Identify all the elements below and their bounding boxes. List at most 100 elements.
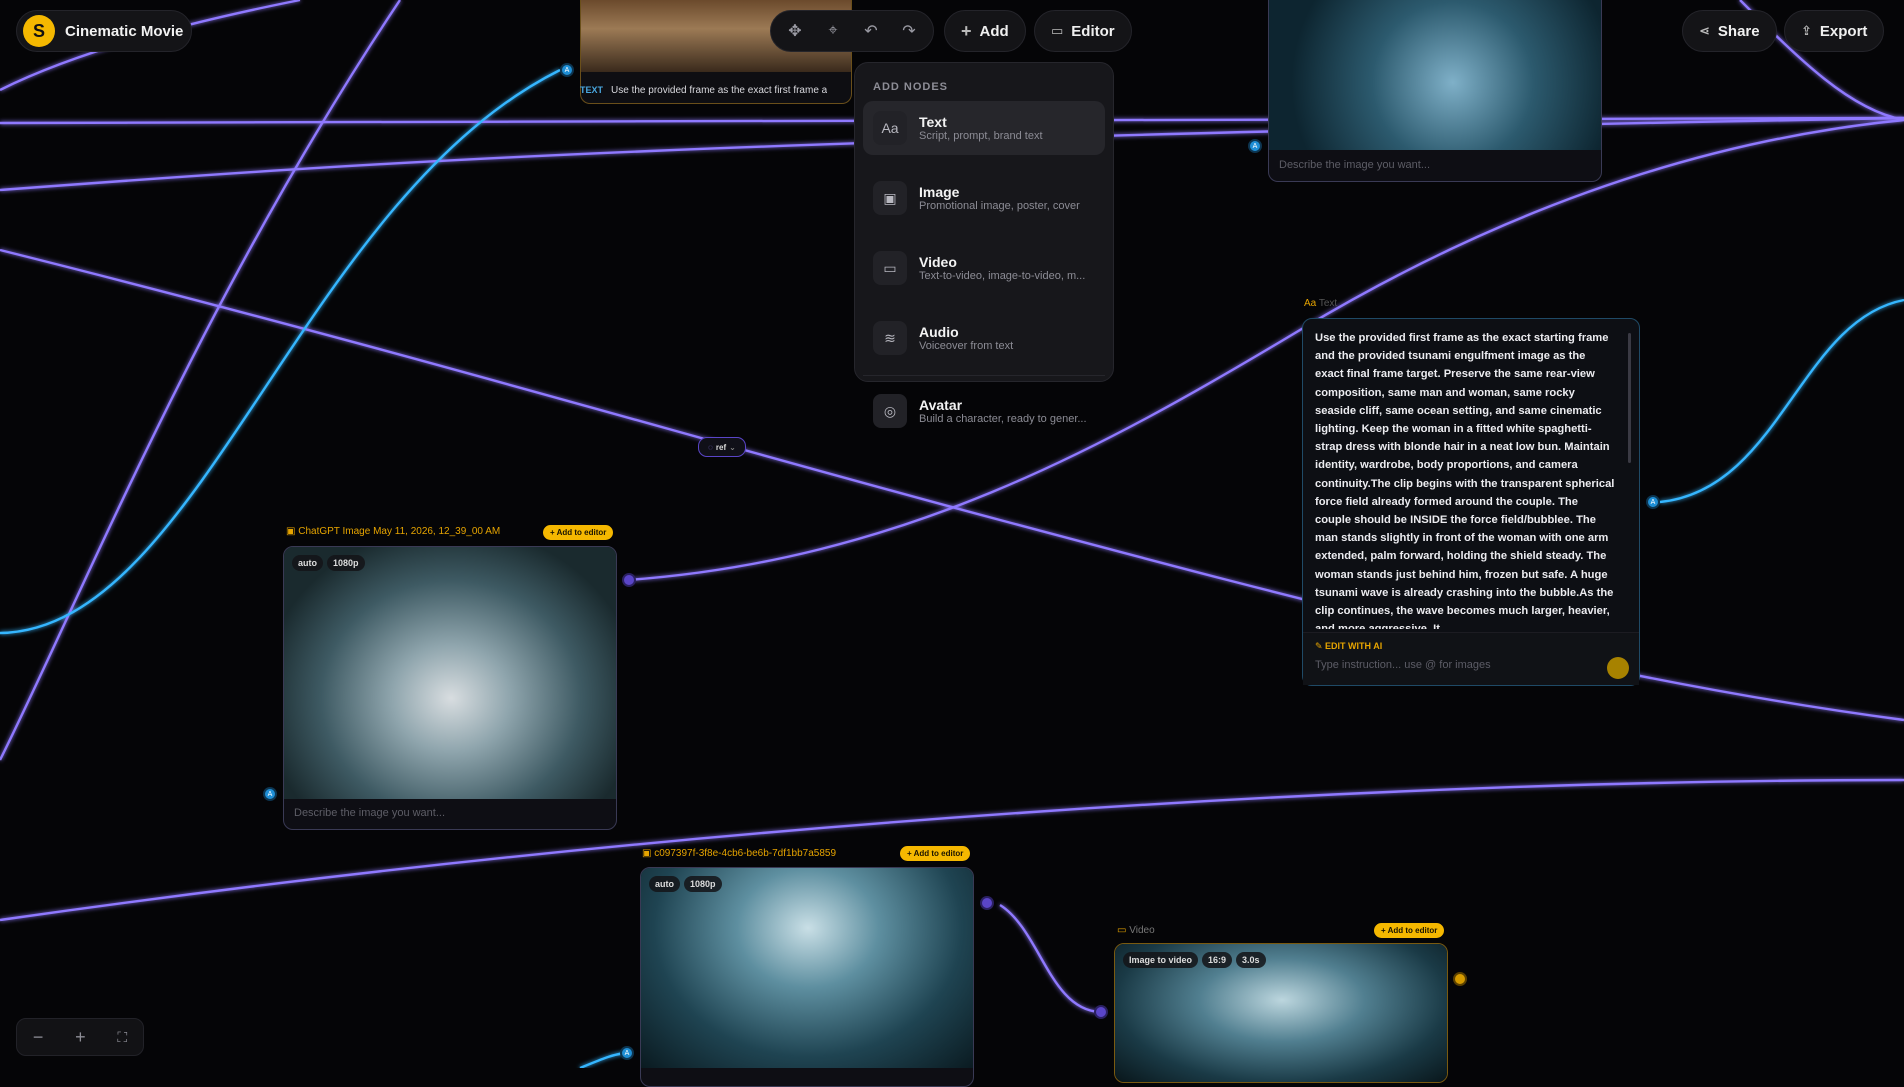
image-node-tsunami[interactable]: auto 1080p Describe the image you want..… [283, 546, 617, 830]
aspect-chip[interactable]: auto [292, 555, 323, 571]
edge [999, 903, 1101, 1014]
menu-item-desc: Build a character, ready to gener... [919, 413, 1087, 425]
add-to-editor-button[interactable]: + Add to editor [1374, 923, 1445, 938]
plus-icon: + [961, 20, 972, 41]
image-node-couple[interactable]: auto 1080p [640, 867, 974, 1087]
input-port[interactable]: A [1248, 139, 1262, 153]
editor-label: Editor [1071, 22, 1115, 40]
edge [1659, 298, 1904, 504]
add-nodes-menu: ADD NODES Aa Text Script, prompt, brand … [854, 62, 1114, 428]
prompt-placeholder[interactable]: Describe the image you want... [1279, 159, 1430, 171]
menu-item-desc: Text-to-video, image-to-video, m... [919, 270, 1086, 282]
image-preview [284, 547, 616, 799]
node-chips: Image to video 16:9 3.0s [1123, 952, 1266, 968]
text-node-icon: Aa [1304, 298, 1319, 309]
input-port[interactable] [1094, 1005, 1108, 1019]
menu-item-desc: Script, prompt, brand text [919, 130, 1043, 142]
lasso-tool-icon[interactable]: ⌖ [819, 16, 847, 46]
redo-icon[interactable]: ↷ [895, 16, 923, 46]
menu-item-audio[interactable]: ≋ Audio Voiceover from text [863, 311, 1105, 365]
menu-item-label: Text [919, 114, 947, 130]
menu-item-label: Image [919, 184, 960, 200]
zoom-controls: − + ⛶ [16, 1018, 144, 1056]
node-chips: auto 1080p [292, 555, 365, 571]
menu-divider [863, 375, 1105, 376]
edge [627, 118, 1904, 582]
menu-item-desc: Promotional image, poster, cover [919, 200, 1080, 212]
text-badge: TEXT [580, 85, 604, 95]
export-label: Export [1819, 22, 1868, 40]
menu-header: ADD NODES [873, 81, 949, 93]
video-icon: ▭ [873, 251, 907, 285]
fit-view-icon[interactable]: ⛶ [117, 1029, 127, 1046]
menu-item-text[interactable]: Aa Text Script, prompt, brand text [863, 101, 1105, 155]
text-node-body[interactable]: Use the provided first frame as the exac… [1315, 329, 1617, 629]
image-node-icon: ▣ [642, 848, 655, 859]
zoom-out-button[interactable]: − [33, 1027, 44, 1048]
avatar-icon: ◎ [873, 394, 907, 428]
menu-item-image[interactable]: ▣ Image Promotional image, poster, cover [863, 171, 1105, 225]
output-port[interactable]: A [1646, 495, 1660, 509]
wand-icon: ✎ [1315, 641, 1326, 651]
add-button[interactable]: + Add [944, 10, 1026, 52]
image-icon: ▣ [873, 181, 907, 215]
aspect-chip[interactable]: 16:9 [1202, 952, 1233, 968]
share-button[interactable]: ⋖ Share [1682, 10, 1777, 52]
export-button[interactable]: ⇪ Export [1784, 10, 1885, 52]
edit-with-ai-panel: ✎ EDIT WITH AI Type instruction... use @… [1303, 632, 1639, 685]
share-label: Share [1717, 22, 1760, 40]
image-node-icon: ▣ [286, 526, 299, 537]
mode-chip[interactable]: Image to video [1123, 952, 1199, 968]
ref-label: ref [715, 442, 727, 452]
resolution-chip[interactable]: 1080p [684, 876, 722, 892]
add-to-editor-button[interactable]: + Add to editor [900, 846, 971, 861]
chevron-down-icon: ⌄ [729, 442, 736, 452]
top-text-node-snippet: TEXT Use the provided frame as the exact… [580, 76, 852, 104]
editor-button[interactable]: ▭ Editor [1034, 10, 1132, 52]
link-icon: ◌ [708, 442, 713, 452]
menu-item-avatar[interactable]: ◎ Avatar Build a character, ready to gen… [863, 384, 1105, 438]
output-port[interactable] [622, 573, 636, 587]
input-port[interactable]: A [620, 1046, 634, 1060]
add-label: Add [979, 22, 1009, 40]
node-label: Aa Text [1304, 298, 1338, 309]
menu-item-label: Avatar [919, 397, 963, 413]
ref-connector-chip[interactable]: ◌ ref ⌄ [698, 437, 746, 457]
add-to-editor-button[interactable]: + Add to editor [543, 525, 614, 540]
image-node-top-right[interactable]: Describe the image you want... [1268, 0, 1602, 182]
prompt-placeholder[interactable]: Describe the image you want... [294, 807, 445, 819]
video-node[interactable]: Image to video 16:9 3.0s [1114, 943, 1448, 1083]
app-logo: S [23, 15, 55, 47]
output-port[interactable] [980, 896, 994, 910]
text-icon: Aa [873, 111, 907, 145]
send-icon[interactable] [1607, 657, 1629, 679]
export-icon: ⇪ [1801, 23, 1812, 38]
edge [579, 1051, 626, 1068]
text-node[interactable]: Use the provided first frame as the exac… [1302, 318, 1640, 686]
image-preview [641, 868, 973, 1068]
input-port[interactable]: A [560, 63, 574, 77]
undo-icon[interactable]: ↶ [857, 16, 885, 46]
menu-item-label: Video [919, 254, 957, 270]
duration-chip[interactable]: 3.0s [1236, 952, 1266, 968]
node-label: ▣ c097397f-3f8e-4cb6-be6b-7df1bb7a5859 [642, 848, 837, 859]
node-label: ▭ Video [1117, 925, 1155, 936]
select-tool-icon[interactable]: ✥ [781, 16, 809, 46]
menu-item-desc: Voiceover from text [919, 340, 1014, 352]
output-port[interactable] [1453, 972, 1467, 986]
input-port[interactable]: A [263, 787, 277, 801]
text-snippet: Use the provided frame as the exact firs… [611, 84, 828, 96]
resolution-chip[interactable]: 1080p [327, 555, 365, 571]
editor-icon: ▭ [1051, 23, 1064, 38]
video-node-icon: ▭ [1117, 925, 1130, 936]
project-title-pill[interactable]: S Cinematic Movie [16, 10, 192, 52]
aspect-chip[interactable]: auto [649, 876, 680, 892]
menu-item-video[interactable]: ▭ Video Text-to-video, image-to-video, m… [863, 241, 1105, 295]
instruction-input[interactable]: Type instruction... use @ for images [1315, 659, 1491, 671]
zoom-in-button[interactable]: + [75, 1027, 86, 1048]
node-label: ▣ ChatGPT Image May 11, 2026, 12_39_00 A… [286, 526, 501, 537]
edit-with-ai-label: ✎ EDIT WITH AI [1315, 641, 1383, 651]
node-chips: auto 1080p [649, 876, 722, 892]
scrollbar[interactable] [1628, 333, 1631, 463]
image-preview [1269, 0, 1601, 150]
